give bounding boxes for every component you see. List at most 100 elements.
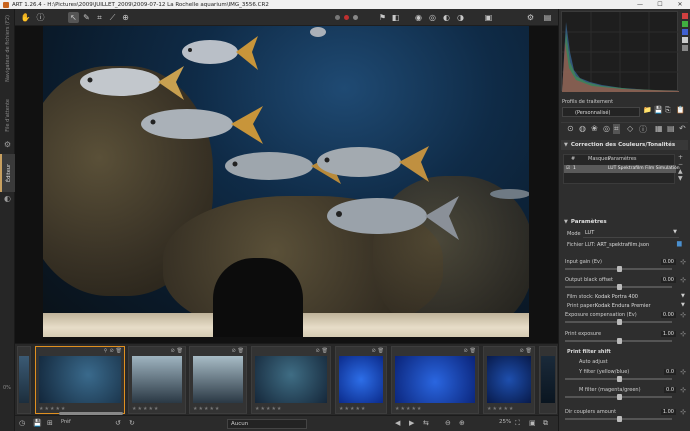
m-filter-slider[interactable]: M filter (magenta/green) 0.0 ⊹ <box>565 386 686 401</box>
luminance-toggle[interactable] <box>681 37 688 43</box>
row-checkbox[interactable]: ☑ <box>566 166 570 171</box>
rating-stars[interactable]: ★★★★★ <box>395 406 422 412</box>
next-icon[interactable]: ▶ <box>409 419 414 427</box>
queue-add-icon[interactable]: ⊞ <box>47 419 53 427</box>
thumbnail[interactable]: ⊘ 🗑 ★★★★★ <box>483 346 535 414</box>
slider-knob[interactable] <box>616 376 622 382</box>
save-icon[interactable]: 💾 <box>33 419 42 427</box>
focus-icon[interactable]: ◎ <box>427 12 438 23</box>
expand-icon[interactable]: ▦ <box>655 124 663 133</box>
profile-select[interactable]: (Personnalisé) <box>562 107 640 117</box>
slider-knob[interactable] <box>616 338 622 344</box>
zoom-fit-icon[interactable]: ⛶ <box>515 419 520 428</box>
pipette-icon[interactable]: ✎ <box>81 12 92 23</box>
preset-select[interactable]: Aucun <box>227 419 307 429</box>
thumbnail[interactable] <box>539 346 557 414</box>
hand-icon[interactable]: ✋ <box>20 12 31 23</box>
slider-value[interactable]: 0.00 <box>660 277 676 283</box>
rating-stars[interactable]: ★★★★★ <box>193 406 220 412</box>
reset-icon[interactable]: ⊹ <box>680 330 686 338</box>
reset-icon[interactable]: ⊹ <box>680 386 686 394</box>
reset-icon[interactable]: ⊹ <box>680 258 686 266</box>
thumbnail[interactable]: ⊘ 🗑 ★★★★★ <box>335 346 387 414</box>
thumbnail[interactable]: ⊘ 🗑 ★★★★★ <box>251 346 331 414</box>
reset-icon[interactable]: ⊹ <box>680 408 686 416</box>
tab-editor[interactable]: Éditeur <box>0 154 15 192</box>
color-tab-icon[interactable]: ❀ <box>591 124 598 133</box>
thumbnail[interactable]: ⊘ 🗑 ★★★★★ <box>391 346 479 414</box>
local-tab-icon[interactable]: ◎ <box>603 124 610 133</box>
minimize-button[interactable]: — <box>630 0 650 9</box>
compare-icon[interactable]: ◧ <box>390 12 401 23</box>
info-icon[interactable]: ⓘ <box>35 12 46 23</box>
output-black-offset-slider[interactable]: Output black offset 0.00 ⊹ <box>565 276 686 291</box>
red-dot[interactable] <box>344 15 349 20</box>
select-arrow-icon[interactable]: ↖ <box>68 12 79 23</box>
input-gain-slider[interactable]: Input gain (Ev) 0.00 ⊹ <box>565 258 686 273</box>
rating-stars[interactable]: ★★★★★ <box>255 406 282 412</box>
slider-knob[interactable] <box>616 266 622 272</box>
new-window-icon[interactable]: ⧉ <box>543 419 548 428</box>
mask-icon[interactable]: ◉ <box>413 12 424 23</box>
zoom-100-icon[interactable]: ▣ <box>529 419 536 427</box>
slider-knob[interactable] <box>616 284 622 290</box>
slider-knob[interactable] <box>616 394 622 400</box>
save-profile-icon[interactable]: 💾 <box>654 106 663 114</box>
folder-open-icon[interactable]: ▆ <box>677 240 682 247</box>
paste-icon[interactable]: 📋 <box>676 106 685 114</box>
bg-dark-dot[interactable] <box>335 15 340 20</box>
thumbnail[interactable] <box>17 346 31 414</box>
flag-icon[interactable]: ⚑ <box>377 12 388 23</box>
bg-grey-dot[interactable] <box>353 15 358 20</box>
slider-knob[interactable] <box>616 416 622 422</box>
fullscreen-icon[interactable]: ▣ <box>483 12 494 23</box>
slider-value[interactable]: 0.0 <box>664 387 676 393</box>
add-layer-icon[interactable]: + <box>678 154 688 161</box>
history-icon[interactable]: ◷ <box>19 419 25 427</box>
reset-icon[interactable]: ⊹ <box>680 276 686 284</box>
tab-file-browser[interactable]: Navigateur de fichiers (F2) <box>0 13 15 83</box>
highlight-icon[interactable]: ◑ <box>455 12 466 23</box>
pin-icon[interactable]: ▤ <box>542 12 553 23</box>
reset-icon[interactable]: ⊹ <box>680 311 686 319</box>
dir-couplers-slider[interactable]: Dir couplers amount 1.00 ⊹ <box>565 408 686 423</box>
thumbnail[interactable]: ⊘ 🗑 ★★★★★ <box>128 346 186 414</box>
zoom-out-icon[interactable]: ⊖ <box>445 419 451 427</box>
params-header[interactable]: ▼ Paramètres <box>561 217 688 227</box>
color-tone-section-header[interactable]: ▼ Correction des Couleurs/Tonalités <box>561 140 688 150</box>
close-button[interactable]: ✕ <box>670 0 690 9</box>
print-exposure-slider[interactable]: Print exposure 1.00 ⊹ <box>565 330 686 345</box>
tab-queue[interactable]: File d'attente <box>0 91 15 139</box>
settings-icon[interactable]: ⚙ <box>525 12 536 23</box>
green-channel-toggle[interactable] <box>681 21 688 27</box>
copy-icon[interactable]: ⎘ <box>665 106 671 115</box>
rating-stars[interactable]: ★★★★★ <box>339 406 366 412</box>
thumbnail-selected[interactable]: ⚲ ⊘ 🗑 ★★★★★ <box>35 346 125 414</box>
crop-icon[interactable]: ⌗ <box>94 12 105 23</box>
reset-icon[interactable]: ↶ <box>679 124 686 133</box>
collapse-icon[interactable]: ▤ <box>667 124 675 133</box>
detail-tab-icon[interactable]: ◍ <box>579 124 586 133</box>
exposure-compensation-slider[interactable]: Exposure compensation (Ev) 0.00 ⊹ <box>565 311 686 326</box>
auto-adjust-checkbox[interactable]: Auto adjust <box>579 359 608 365</box>
prev-icon[interactable]: ◀ <box>395 419 400 427</box>
reset-icon[interactable]: ⊹ <box>680 368 686 376</box>
meta-tab-icon[interactable]: ⓘ <box>639 124 647 135</box>
chroma-toggle[interactable] <box>681 45 688 51</box>
red-channel-toggle[interactable] <box>681 13 688 19</box>
slider-knob[interactable] <box>616 319 622 325</box>
table-row[interactable]: ☑ 1 LUT Spektrafilm Film Simulation <box>564 165 680 173</box>
slider-value[interactable]: 0.0 <box>664 369 676 375</box>
slider-value[interactable]: 0.00 <box>660 312 676 318</box>
remove-layer-icon[interactable]: − <box>678 161 688 168</box>
straighten-icon[interactable]: ⟋ <box>107 12 118 23</box>
film-stock-value[interactable]: Kodak Portra 400 <box>595 294 638 300</box>
blue-channel-toggle[interactable] <box>681 29 688 35</box>
maximize-button[interactable]: ☐ <box>650 0 670 9</box>
raw-tab-icon[interactable]: ◇ <box>627 124 633 133</box>
exposure-tab-icon[interactable]: ⊙ <box>567 124 574 133</box>
mode-select[interactable]: LUT ▼ <box>583 229 679 238</box>
slider-value[interactable]: 0.00 <box>660 259 676 265</box>
zoom-in-icon[interactable]: ⊕ <box>459 419 465 427</box>
clip-icon[interactable]: ◐ <box>441 12 452 23</box>
